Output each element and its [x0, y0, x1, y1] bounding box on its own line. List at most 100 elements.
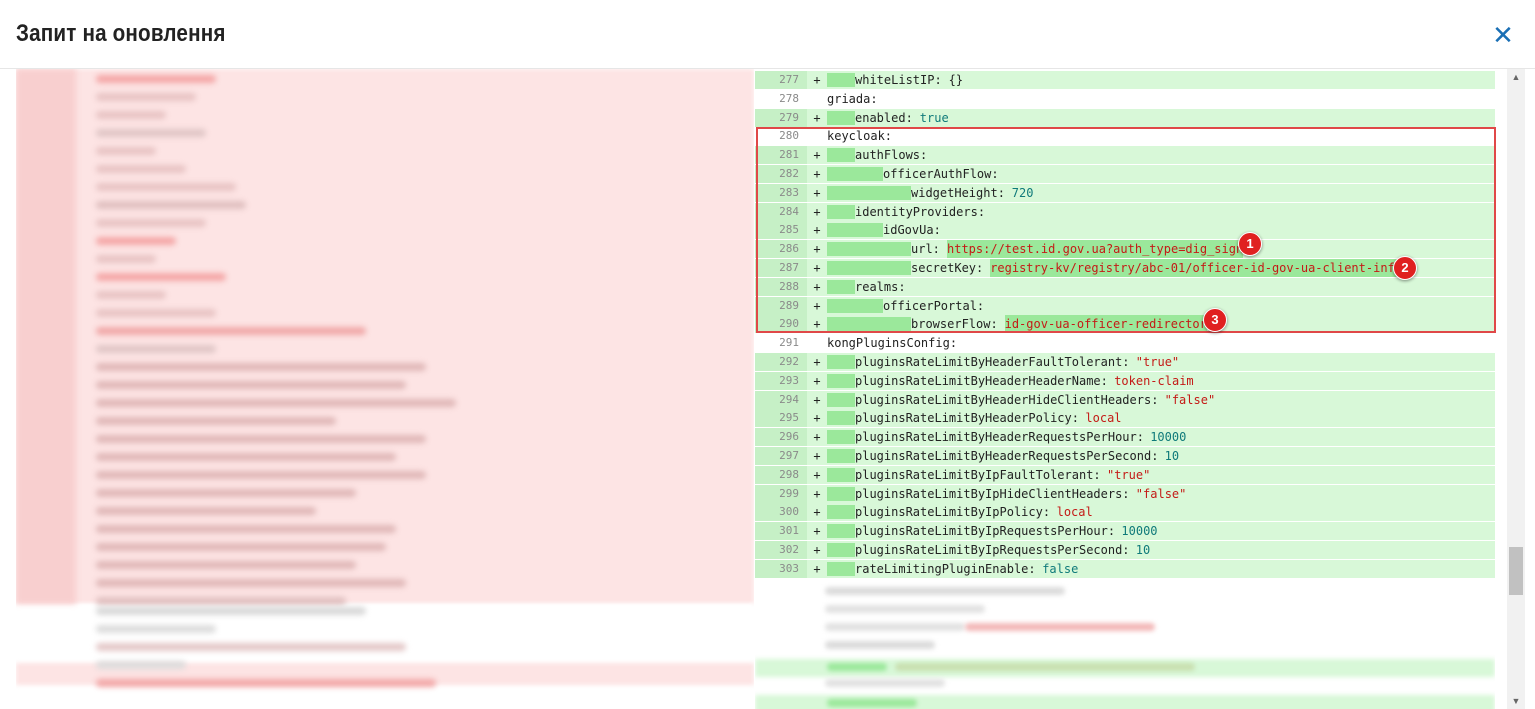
indent-highlight [827, 204, 855, 219]
line-number: 303 [755, 559, 807, 578]
line-number: 301 [755, 522, 807, 541]
blurred-line [96, 597, 346, 605]
blurred-line [96, 489, 356, 497]
indent-highlight [827, 449, 855, 463]
yaml-key: whiteListIP: [855, 73, 949, 87]
diff-row: 299 + pluginsRateLimitByIpHideClientHeader… [755, 484, 1495, 503]
blurred-line [96, 75, 216, 83]
yaml-value: registry-kv/registry/abc-01/officer-id-g… [990, 259, 1402, 277]
yaml-key: authFlows: [855, 148, 928, 163]
indent-highlight [827, 543, 855, 557]
diff-row: 302 + pluginsRateLimitByIpRequestsPerSecon… [755, 541, 1495, 559]
diff-left-pane-blurred [16, 69, 754, 709]
yaml-key: pluginsRateLimitByHeaderPolicy: [855, 411, 1087, 426]
line-number: 292 [755, 353, 807, 371]
diff-row: 277 + whiteListIP: {} [755, 71, 1495, 89]
yaml-key: pluginsRateLimitByHeaderRequestsPerSecon… [855, 449, 1166, 463]
line-number: 298 [755, 465, 807, 484]
indent-highlight [827, 373, 855, 388]
diff-row: 301 + pluginsRateLimitByIpRequestsPerHour:… [755, 522, 1495, 541]
added-sign: + [813, 148, 821, 163]
blurred-line [96, 291, 166, 299]
yaml-key: pluginsRateLimitByIpPolicy: [855, 505, 1058, 520]
yaml-key: pluginsRateLimitByHeaderHeaderName: [855, 373, 1116, 388]
yaml-key: secretKey: [911, 261, 991, 275]
diff-row: 284 + identityProviders: [755, 202, 1495, 221]
indent-highlight [827, 505, 855, 520]
indent-highlight [827, 561, 855, 576]
blurred-line [965, 623, 1155, 631]
diff-row: 279 + enabled: true [755, 108, 1495, 127]
blurred-line [96, 201, 246, 209]
scroll-up-icon[interactable]: ▲ [1507, 69, 1525, 85]
added-sign: + [813, 561, 821, 576]
indent-highlight [827, 411, 855, 426]
line-number: 279 [755, 108, 807, 127]
line-number: 288 [755, 277, 807, 296]
yaml-key: widgetHeight: [911, 185, 1013, 200]
diff-row: 298 + pluginsRateLimitByIpFaultTolerant: "… [755, 465, 1495, 484]
blurred-line [96, 111, 166, 119]
indent-highlight [827, 298, 883, 313]
added-sign: + [813, 279, 821, 294]
blurred-line [96, 327, 366, 335]
blurred-line [96, 345, 216, 353]
line-number: 295 [755, 409, 807, 428]
line-number: 280 [779, 129, 799, 143]
yaml-value: true [919, 110, 949, 125]
indent-highlight [827, 223, 883, 238]
blurred-line [96, 579, 406, 587]
added-sign: + [813, 204, 821, 219]
line-number: 290 [755, 315, 807, 334]
yaml-value: "false" [1164, 392, 1216, 407]
indent-highlight [827, 317, 911, 332]
indent-highlight [827, 486, 855, 501]
added-sign: + [813, 430, 821, 445]
diff-row: 280 keycloak: [755, 127, 1495, 146]
yaml-key: pluginsRateLimitByHeaderFaultTolerant: [855, 355, 1137, 369]
line-number: 291 [779, 336, 799, 350]
added-sign: + [813, 373, 821, 388]
yaml-key: identityProviders: [855, 204, 986, 219]
blurred-line [96, 417, 336, 425]
added-sign: + [813, 317, 821, 332]
blurred-line [895, 663, 1195, 671]
added-sign: + [813, 467, 821, 482]
yaml-key: pluginsRateLimitByIpFaultTolerant: [855, 467, 1108, 482]
indent-highlight [827, 524, 855, 539]
indent-highlight [827, 355, 855, 369]
yaml-key: realms: [855, 279, 906, 294]
yaml-key: pluginsRateLimitByIpRequestsPerHour: [855, 524, 1123, 539]
blurred-line [96, 363, 426, 371]
yaml-key: griada: [827, 91, 878, 106]
blurred-line [827, 663, 887, 671]
yaml-key: kongPluginsConfig: [827, 336, 958, 351]
diff-row: 295 + pluginsRateLimitByHeaderPolicy: loca… [755, 409, 1495, 428]
line-number: 284 [755, 202, 807, 221]
scroll-thumb[interactable] [1509, 547, 1523, 595]
blurred-line [96, 129, 206, 137]
indent-highlight [827, 242, 911, 257]
yaml-value: "true" [1135, 355, 1180, 369]
scroll-down-icon[interactable]: ▼ [1507, 693, 1525, 709]
blurred-line [96, 309, 216, 317]
added-sign: + [813, 73, 821, 87]
indent-highlight [827, 148, 855, 163]
annotation-marker-2: 2 [1393, 256, 1417, 280]
blurred-line [96, 525, 396, 533]
diff-row: 281 + authFlows: [755, 146, 1495, 165]
yaml-value: local [1085, 411, 1122, 426]
line-number: 293 [755, 371, 807, 390]
line-number: 283 [755, 183, 807, 202]
close-icon[interactable]: ✕ [1490, 22, 1516, 48]
added-sign: + [813, 185, 821, 200]
yaml-value: 10000 [1121, 524, 1158, 539]
blurred-line [96, 381, 406, 389]
diff-row: 303 + rateLimitingPluginEnable: false [755, 559, 1495, 578]
diff-row: 286 + url: https://test.id.gov.ua?auth_typ… [755, 240, 1495, 259]
line-number: 302 [755, 541, 807, 559]
blurred-line [96, 165, 186, 173]
vertical-scrollbar[interactable]: ▲ ▼ [1507, 69, 1525, 709]
added-sign: + [813, 411, 821, 426]
yaml-value: 10000 [1150, 430, 1187, 445]
